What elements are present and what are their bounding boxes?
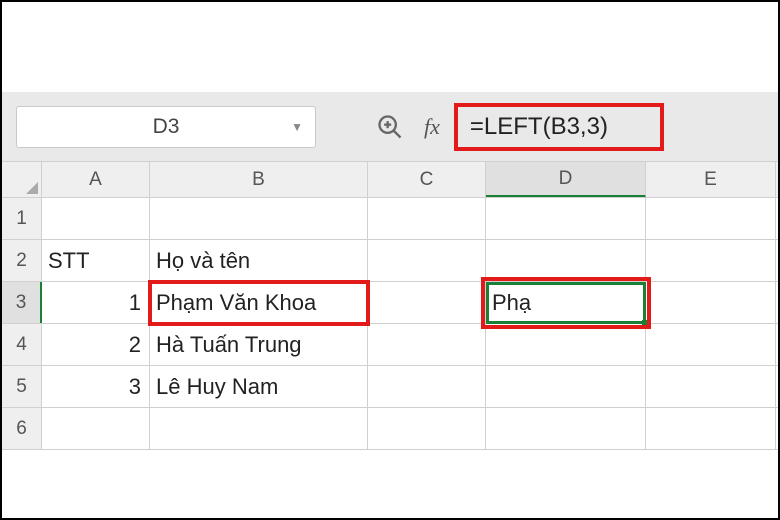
- row-1: 1: [2, 198, 778, 240]
- col-header-a[interactable]: A: [42, 162, 150, 197]
- cell-e6[interactable]: [646, 408, 776, 449]
- cell-c6[interactable]: [368, 408, 486, 449]
- cell-b3[interactable]: Phạm Văn Khoa: [150, 282, 368, 323]
- row-6: 6: [2, 408, 778, 450]
- cell-b5[interactable]: Lê Huy Nam: [150, 366, 368, 407]
- row-2: 2 STT Họ và tên: [2, 240, 778, 282]
- col-header-d[interactable]: D: [486, 162, 646, 197]
- formula-bar[interactable]: =LEFT(B3,3): [454, 103, 664, 151]
- app-window: D3 ▼ fx =LEFT(B3,3) A B C D E: [0, 0, 780, 520]
- row-header-1[interactable]: 1: [2, 198, 42, 239]
- cell-d4[interactable]: [486, 324, 646, 365]
- cell-e3[interactable]: [646, 282, 776, 323]
- chevron-down-icon[interactable]: ▼: [291, 120, 303, 134]
- cell-e4[interactable]: [646, 324, 776, 365]
- cell-a6[interactable]: [42, 408, 150, 449]
- row-3: 3 1 Phạm Văn Khoa Phạ: [2, 282, 778, 324]
- cell-e2[interactable]: [646, 240, 776, 281]
- name-box[interactable]: D3 ▼: [16, 106, 316, 148]
- row-5: 5 3 Lê Huy Nam: [2, 366, 778, 408]
- cell-b4[interactable]: Hà Tuấn Trung: [150, 324, 368, 365]
- cell-d3[interactable]: Phạ: [486, 282, 646, 323]
- cell-d6[interactable]: [486, 408, 646, 449]
- cell-d5[interactable]: [486, 366, 646, 407]
- row-header-2[interactable]: 2: [2, 240, 42, 281]
- cell-b6[interactable]: [150, 408, 368, 449]
- formula-value: =LEFT(B3,3): [470, 113, 608, 141]
- zoom-icon[interactable]: [376, 113, 404, 141]
- spreadsheet-grid[interactable]: A B C D E 1 2 STT Họ và tên 3 1 Phạm Văn…: [2, 162, 778, 450]
- column-headers: A B C D E: [2, 162, 778, 198]
- fx-icon[interactable]: fx: [424, 114, 440, 140]
- cell-a5[interactable]: 3: [42, 366, 150, 407]
- cell-c3[interactable]: [368, 282, 486, 323]
- col-header-c[interactable]: C: [368, 162, 486, 197]
- cell-a3[interactable]: 1: [42, 282, 150, 323]
- cell-b2[interactable]: Họ và tên: [150, 240, 368, 281]
- toolbar-icons: fx: [376, 113, 440, 141]
- row-header-4[interactable]: 4: [2, 324, 42, 365]
- cell-c5[interactable]: [368, 366, 486, 407]
- row-header-3[interactable]: 3: [2, 282, 42, 323]
- col-header-b[interactable]: B: [150, 162, 368, 197]
- row-4: 4 2 Hà Tuấn Trung: [2, 324, 778, 366]
- row-header-6[interactable]: 6: [2, 408, 42, 449]
- cell-a1[interactable]: [42, 198, 150, 239]
- fill-handle[interactable]: [642, 320, 650, 328]
- name-box-value: D3: [31, 115, 301, 139]
- cell-c1[interactable]: [368, 198, 486, 239]
- cell-d1[interactable]: [486, 198, 646, 239]
- cell-a2[interactable]: STT: [42, 240, 150, 281]
- cell-c2[interactable]: [368, 240, 486, 281]
- cell-a4[interactable]: 2: [42, 324, 150, 365]
- cell-e5[interactable]: [646, 366, 776, 407]
- row-header-5[interactable]: 5: [2, 366, 42, 407]
- toolbar: D3 ▼ fx =LEFT(B3,3): [2, 92, 778, 162]
- select-all-corner[interactable]: [2, 162, 42, 197]
- cell-b1[interactable]: [150, 198, 368, 239]
- cell-d2[interactable]: [486, 240, 646, 281]
- top-spacer: [2, 2, 778, 92]
- col-header-e[interactable]: E: [646, 162, 776, 197]
- cell-e1[interactable]: [646, 198, 776, 239]
- cell-c4[interactable]: [368, 324, 486, 365]
